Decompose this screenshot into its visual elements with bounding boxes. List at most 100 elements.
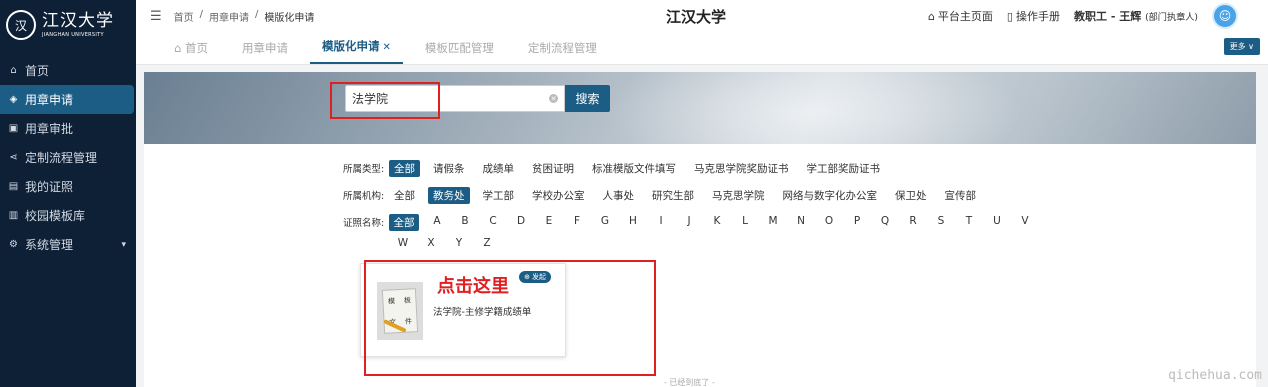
license-icon: ▤ bbox=[8, 181, 19, 192]
avatar[interactable]: ☺ bbox=[1212, 3, 1238, 29]
letter-option[interactable]: Z bbox=[473, 236, 501, 250]
sidebar-item-label: 系统管理 bbox=[25, 238, 74, 252]
platform-home-link[interactable]: ⌂ 平台主页面 bbox=[928, 8, 993, 24]
sidebar-item-label: 首页 bbox=[25, 64, 50, 78]
letter-index: 全部 A B C D E F G H I J K L M N O P Q R S T U V bbox=[389, 213, 1089, 231]
top-bar: ☰ 首页 / 用章申请 / 模版化申请 江汉大学 ⌂ 平台主页面 ▯ 操作手册 … bbox=[136, 0, 1268, 32]
more-button[interactable]: 更多 ∨ bbox=[1223, 38, 1260, 55]
name-filter-label: 证照名称: bbox=[343, 218, 385, 229]
letter-option[interactable]: O bbox=[815, 214, 843, 231]
org-option[interactable]: 宣传部 bbox=[940, 187, 982, 204]
sidebar-item-system[interactable]: ⚙ 系统管理 ▾ bbox=[0, 230, 136, 259]
org-option[interactable]: 研究生部 bbox=[647, 187, 699, 204]
sidebar-nav: ⌂ 首页 ◈ 用章申请 ▣ 用章审批 ⋖ 定制流程管理 ▤ 我的证照 ▥ 校园模… bbox=[0, 56, 136, 259]
chevron-down-icon: ▾ bbox=[121, 239, 126, 250]
letter-option[interactable]: J bbox=[675, 214, 703, 231]
tab-bar: ⌂ 首页 用章申请 模版化申请 ✕ 模板匹配管理 定制流程管理 更多 ∨ bbox=[136, 32, 1268, 65]
close-icon[interactable]: ✕ bbox=[382, 42, 390, 53]
letter-option[interactable]: V bbox=[1011, 214, 1039, 231]
approve-icon: ▣ bbox=[8, 123, 19, 134]
name-filter-row: 证照名称: 全部 A B C D E F G H I J K L M N O P Q R S T U V bbox=[343, 211, 1256, 233]
manual-link[interactable]: ▯ 操作手册 bbox=[1007, 8, 1060, 24]
menu-toggle-icon[interactable]: ☰ bbox=[150, 9, 162, 24]
search-button[interactable]: 搜索 bbox=[565, 85, 610, 112]
org-option[interactable]: 网络与数字化办公室 bbox=[778, 187, 883, 204]
breadcrumb-current: 模版化申请 bbox=[264, 12, 315, 24]
type-filter-row: 所属类型: 全部 请假条 成绩单 贫困证明 标准模版文件填写 马克思学院奖励证书… bbox=[343, 157, 1256, 179]
letter-option[interactable]: M bbox=[759, 214, 787, 231]
letter-option[interactable]: I bbox=[647, 214, 675, 231]
sidebar-item-stamp-apply[interactable]: ◈ 用章申请 bbox=[0, 85, 134, 114]
home-icon: ⌂ bbox=[174, 41, 182, 55]
letter-option[interactable]: R bbox=[899, 214, 927, 231]
type-option[interactable]: 贫困证明 bbox=[527, 160, 579, 177]
sidebar-item-custom-flow[interactable]: ⋖ 定制流程管理 bbox=[0, 143, 136, 172]
tab-home[interactable]: ⌂ 首页 bbox=[162, 40, 220, 64]
sidebar-item-label: 用章审批 bbox=[25, 122, 74, 136]
watermark: qichehua.com bbox=[1168, 368, 1262, 383]
org-option[interactable]: 保卫处 bbox=[890, 187, 932, 204]
type-option[interactable]: 学工部奖励证书 bbox=[802, 160, 886, 177]
letter-option[interactable]: Y bbox=[445, 236, 473, 250]
letter-option[interactable]: Q bbox=[871, 214, 899, 231]
org-option[interactable]: 全部 bbox=[389, 187, 420, 204]
letter-option[interactable]: G bbox=[591, 214, 619, 231]
sidebar-item-template-library[interactable]: ▥ 校园模板库 bbox=[0, 201, 136, 230]
breadcrumb-item[interactable]: 用章申请 bbox=[209, 9, 249, 24]
end-of-list-text: - 已经到底了 - bbox=[664, 378, 715, 387]
type-option[interactable]: 成绩单 bbox=[478, 160, 520, 177]
letter-option[interactable]: U bbox=[983, 214, 1011, 231]
tab-template-apply[interactable]: 模版化申请 ✕ bbox=[309, 38, 403, 64]
letter-option[interactable]: L bbox=[731, 214, 759, 231]
org-option[interactable]: 马克思学院 bbox=[707, 187, 770, 204]
site-title: 江汉大学 bbox=[666, 7, 727, 26]
main-content: 法学院 ✕ 搜索 所属类型: 全部 请假条 成绩单 贫困证明 标准模版文件填写 … bbox=[144, 72, 1256, 387]
letter-option[interactable]: X bbox=[417, 236, 445, 250]
user-info[interactable]: 教职工 - 王辉 (部门执章人) bbox=[1074, 8, 1198, 24]
type-option[interactable]: 马克思学院奖励证书 bbox=[689, 160, 794, 177]
letter-option[interactable]: S bbox=[927, 214, 955, 231]
letter-option[interactable]: F bbox=[563, 214, 591, 231]
org-option[interactable]: 学校办公室 bbox=[527, 187, 590, 204]
type-option[interactable]: 请假条 bbox=[428, 160, 470, 177]
letter-option[interactable]: C bbox=[479, 214, 507, 231]
sidebar-item-my-license[interactable]: ▤ 我的证照 bbox=[0, 172, 136, 201]
breadcrumb-item[interactable]: 首页 bbox=[174, 9, 194, 24]
letter-option[interactable]: W bbox=[389, 236, 417, 250]
filter-panel: 所属类型: 全部 请假条 成绩单 贫困证明 标准模版文件填写 马克思学院奖励证书… bbox=[144, 144, 1256, 250]
clear-icon[interactable]: ✕ bbox=[549, 94, 558, 103]
letter-option[interactable]: E bbox=[535, 214, 563, 231]
org-filter-label: 所属机构: bbox=[343, 191, 385, 202]
org-option[interactable]: 教务处 bbox=[428, 186, 470, 204]
template-icon: ▥ bbox=[8, 210, 19, 221]
letter-option[interactable]: 全部 bbox=[389, 213, 419, 231]
tab-custom-flow[interactable]: 定制流程管理 bbox=[516, 40, 609, 64]
logo-english-name: JIANGHAN UNIVERSITY bbox=[42, 32, 104, 38]
org-option[interactable]: 人事处 bbox=[598, 187, 640, 204]
sidebar-item-home[interactable]: ⌂ 首页 bbox=[0, 56, 136, 85]
breadcrumb: 首页 / 用章申请 / 模版化申请 bbox=[173, 8, 315, 24]
home-icon: ⌂ bbox=[10, 65, 17, 76]
letter-option[interactable]: K bbox=[703, 214, 731, 231]
highlight-box bbox=[364, 260, 656, 376]
sidebar-item-stamp-approve[interactable]: ▣ 用章审批 bbox=[0, 114, 136, 143]
type-option[interactable]: 标准模版文件填写 bbox=[587, 160, 681, 177]
type-option[interactable]: 全部 bbox=[389, 159, 420, 177]
tab-template-match[interactable]: 模板匹配管理 bbox=[413, 40, 506, 64]
letter-option[interactable]: A bbox=[423, 214, 451, 231]
letter-option[interactable]: B bbox=[451, 214, 479, 231]
letter-index-row2: WXYZ bbox=[343, 236, 1256, 250]
search-banner: 法学院 ✕ 搜索 bbox=[144, 72, 1256, 144]
letter-option[interactable]: D bbox=[507, 214, 535, 231]
letter-option[interactable]: P bbox=[843, 214, 871, 231]
university-logo[interactable]: 汉 江汉大学 JIANGHAN UNIVERSITY bbox=[0, 0, 136, 50]
letter-option[interactable]: T bbox=[955, 214, 983, 231]
type-filter-label: 所属类型: bbox=[343, 164, 385, 175]
org-option[interactable]: 学工部 bbox=[478, 187, 520, 204]
sidebar-item-label: 我的证照 bbox=[25, 180, 74, 194]
tab-stamp-apply[interactable]: 用章申请 bbox=[230, 40, 300, 64]
letter-option[interactable]: H bbox=[619, 214, 647, 231]
settings-icon: ⚙ bbox=[9, 239, 18, 250]
letter-option[interactable]: N bbox=[787, 214, 815, 231]
org-filter-row: 所属机构: 全部 教务处 学工部 学校办公室 人事处 研究生部 马克思学院 网络… bbox=[343, 184, 1256, 206]
